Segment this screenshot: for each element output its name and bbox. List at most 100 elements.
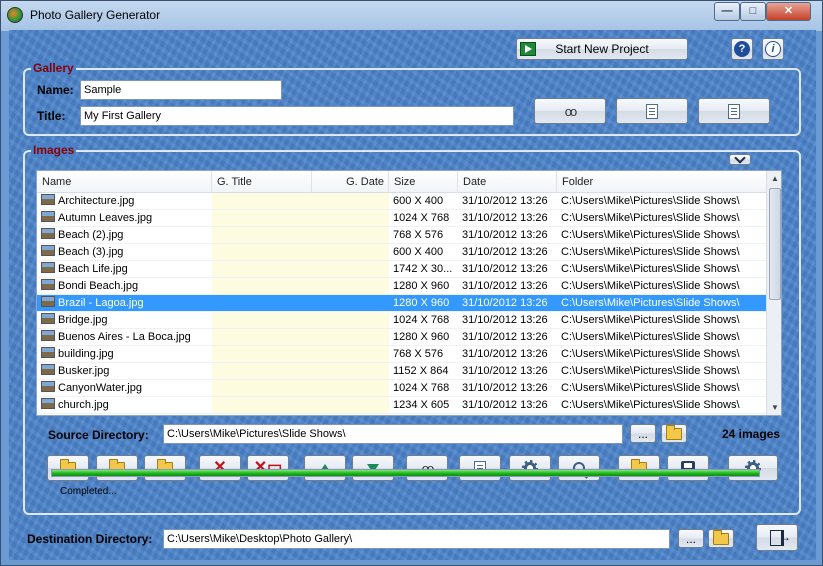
cell-g-title[interactable]: [212, 210, 312, 227]
gallery-title-input[interactable]: My First Gallery: [80, 106, 514, 126]
maximize-button[interactable]: □: [740, 2, 766, 21]
cell-g-date[interactable]: [312, 244, 389, 261]
table-row[interactable]: Bridge.jpg 1024 X 768 31/10/2012 13:26 C:\U…: [37, 312, 766, 329]
move-down-button[interactable]: [352, 455, 394, 481]
move-up-button[interactable]: [304, 455, 346, 481]
cell-size: 1280 X 960: [389, 278, 458, 295]
save-project-button[interactable]: [667, 455, 709, 481]
table-row[interactable]: building.jpg 768 X 576 31/10/2012 13:26 C:\…: [37, 346, 766, 363]
remove-image-button[interactable]: ✕: [199, 455, 241, 481]
destination-browse-button[interactable]: ...: [678, 529, 704, 548]
cell-folder: C:\Users\Mike\Pictures\Slide Shows\: [557, 397, 766, 414]
cell-g-date[interactable]: [312, 210, 389, 227]
cell-g-title[interactable]: [212, 244, 312, 261]
cell-g-title[interactable]: [212, 227, 312, 244]
generate-gallery-button[interactable]: [728, 455, 778, 481]
destination-directory-input[interactable]: C:\Users\Mike\Desktop\Photo Gallery\: [163, 529, 670, 549]
exit-button[interactable]: [756, 524, 798, 551]
cell-g-title[interactable]: [212, 295, 312, 312]
expand-images-button[interactable]: [729, 151, 751, 165]
add-images-button[interactable]: [47, 455, 89, 481]
column-header-name[interactable]: Name: [37, 171, 212, 193]
cell-g-date[interactable]: [312, 295, 389, 312]
close-button[interactable]: ✕: [766, 2, 811, 21]
gallery-title-label: Title:: [37, 109, 66, 123]
image-thumbnail-icon: [41, 228, 55, 239]
column-header-date[interactable]: Date: [458, 171, 557, 193]
column-header-g-date[interactable]: G. Date: [312, 171, 389, 193]
help-button[interactable]: ?: [731, 38, 753, 60]
image-settings-button[interactable]: [509, 455, 551, 481]
window-title: Photo Gallery Generator: [30, 8, 161, 22]
column-header-g-title[interactable]: G. Title: [212, 171, 312, 193]
title-bar[interactable]: Photo Gallery Generator — □ ✕: [1, 1, 822, 29]
cell-size: 768 X 576: [389, 227, 458, 244]
image-thumbnail-icon: [41, 330, 55, 341]
table-row[interactable]: church.jpg 1234 X 605 31/10/2012 13:26 C:\U…: [37, 397, 766, 414]
gallery-name-input[interactable]: Sample: [80, 80, 282, 100]
minimize-button[interactable]: —: [714, 2, 740, 21]
add-folder-button[interactable]: [96, 455, 138, 481]
table-row[interactable]: Busker.jpg 1152 X 864 31/10/2012 13:26 C:\U…: [37, 363, 766, 380]
table-row[interactable]: Bondi Beach.jpg 1280 X 960 31/10/2012 13:2…: [37, 278, 766, 295]
remove-all-button[interactable]: ✕▭: [247, 455, 289, 481]
cell-g-title[interactable]: [212, 261, 312, 278]
table-row[interactable]: CanyonWater.jpg 1024 X 768 31/10/2012 13:2…: [37, 380, 766, 397]
scroll-down-icon[interactable]: ▼: [767, 400, 781, 415]
info-button[interactable]: i: [762, 38, 784, 60]
cell-size: 1280 X 960: [389, 329, 458, 346]
source-open-folder-button[interactable]: [661, 424, 687, 443]
gallery-name-label: Name:: [37, 83, 74, 97]
cell-name: Architecture.jpg: [37, 193, 212, 210]
cell-g-date[interactable]: [312, 346, 389, 363]
cell-g-date[interactable]: [312, 278, 389, 295]
template-icon: [728, 103, 740, 119]
image-thumbnail-icon: [41, 296, 55, 307]
cell-g-title[interactable]: [212, 329, 312, 346]
cell-g-title[interactable]: [212, 397, 312, 414]
cell-g-title[interactable]: [212, 346, 312, 363]
column-header-size[interactable]: Size: [389, 171, 458, 193]
cell-g-title[interactable]: [212, 193, 312, 210]
cell-g-title[interactable]: [212, 380, 312, 397]
table-row[interactable]: Architecture.jpg 600 X 400 31/10/2012 13:2…: [37, 193, 766, 210]
source-browse-button[interactable]: ...: [630, 424, 656, 443]
table-row[interactable]: Beach (3).jpg 600 X 400 31/10/2012 13:26 C:…: [37, 244, 766, 261]
table-row[interactable]: Beach Life.jpg 1742 X 30... 31/10/2012 13:…: [37, 261, 766, 278]
scrollbar-thumb[interactable]: [769, 188, 781, 300]
cell-g-date[interactable]: [312, 380, 389, 397]
client-area: Start New Project ? i Gallery Name: Samp…: [9, 30, 816, 560]
table-scrollbar[interactable]: ▲ ▼: [766, 171, 781, 415]
cell-g-date[interactable]: [312, 397, 389, 414]
cell-folder: C:\Users\Mike\Pictures\Slide Shows\: [557, 363, 766, 380]
cell-name: church.jpg: [37, 397, 212, 414]
destination-open-folder-button[interactable]: [708, 529, 734, 548]
load-project-button[interactable]: [618, 455, 660, 481]
gallery-settings-button[interactable]: [616, 98, 688, 124]
cell-g-date[interactable]: [312, 261, 389, 278]
table-row[interactable]: Brazil - Lagoa.jpg 1280 X 960 31/10/2012 1…: [37, 295, 766, 312]
gallery-template-button[interactable]: [698, 98, 770, 124]
preview-gallery-button[interactable]: oo: [534, 98, 606, 124]
search-button[interactable]: [558, 455, 600, 481]
cell-g-title[interactable]: [212, 312, 312, 329]
source-directory-input[interactable]: C:\Users\Mike\Pictures\Slide Shows\: [163, 424, 623, 444]
cell-g-title[interactable]: [212, 278, 312, 295]
image-thumbnail-icon: [41, 381, 55, 392]
column-header-folder[interactable]: Folder: [557, 171, 766, 193]
open-folder-button[interactable]: [144, 455, 186, 481]
cell-g-date[interactable]: [312, 227, 389, 244]
cell-g-date[interactable]: [312, 363, 389, 380]
cell-g-date[interactable]: [312, 312, 389, 329]
preview-image-button[interactable]: oo: [406, 455, 448, 481]
cell-g-date[interactable]: [312, 329, 389, 346]
images-table: Name G. Title G. Date Size Date Folder A…: [36, 170, 782, 416]
start-new-project-button[interactable]: Start New Project: [516, 38, 688, 60]
scroll-up-icon[interactable]: ▲: [767, 171, 781, 187]
image-details-button[interactable]: [459, 455, 501, 481]
cell-g-title[interactable]: [212, 363, 312, 380]
table-row[interactable]: Autumn Leaves.jpg 1024 X 768 31/10/2012 13…: [37, 210, 766, 227]
table-row[interactable]: Buenos Aires - La Boca.jpg 1280 X 960 31/1…: [37, 329, 766, 346]
table-row[interactable]: Beach (2).jpg 768 X 576 31/10/2012 13:26 C:…: [37, 227, 766, 244]
cell-g-date[interactable]: [312, 193, 389, 210]
